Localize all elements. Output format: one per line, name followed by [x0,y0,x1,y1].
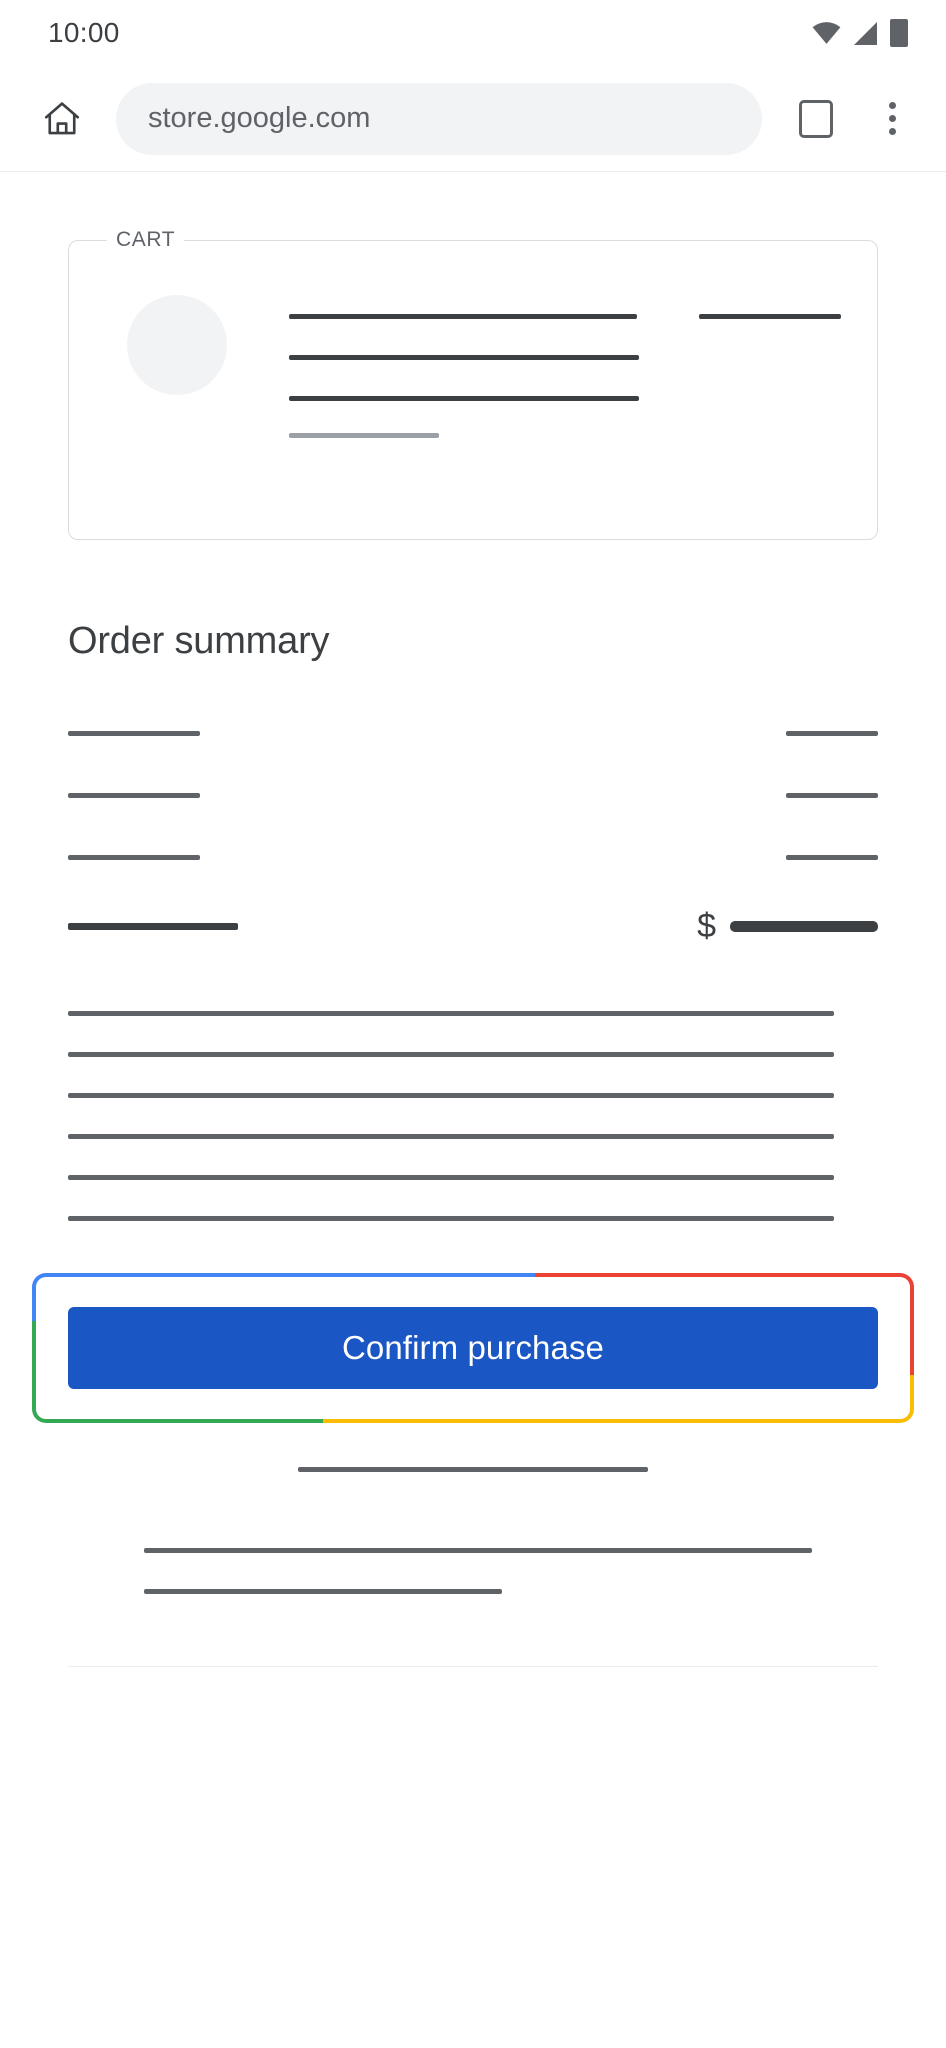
confirm-purchase-button-wrap: Confirm purchase [42,1283,904,1413]
url-bar[interactable]: store.google.com [116,82,762,155]
confirm-purchase-button[interactable]: Confirm purchase [68,1307,878,1389]
focus-ring-top-red [534,1273,900,1277]
status-bar-clock: 10:00 [48,17,120,48]
focus-ring-right-yellow [910,1375,914,1409]
summary-label-placeholder [68,854,200,860]
browser-toolbar: store.google.com [0,66,946,172]
footer-centered-link-placeholder [298,1467,648,1472]
focus-ring-bottom-yellow [323,1419,900,1423]
paragraph-line [68,1052,834,1057]
footer-terms-line-placeholder [144,1548,812,1553]
product-variant-placeholder [289,355,639,360]
summary-total-row: $ [68,909,878,943]
cart-card: CART [68,228,878,540]
summary-row [68,725,878,741]
order-summary-rows: $ [68,725,878,943]
home-button[interactable] [34,91,90,147]
summary-value-placeholder [786,730,878,736]
product-detail-placeholder [289,396,639,401]
page-content: CART Order summary $ Confirm purchase [0,228,946,1667]
cart-item-row[interactable] [69,241,877,438]
order-details-paragraph-placeholder [68,1011,878,1221]
phone-screen: 10:00 store.google.com CART Order summar… [0,0,946,2048]
summary-total-amount-placeholder [730,920,878,932]
cellular-signal-icon [854,21,877,45]
focus-ring-right-red [910,1287,914,1389]
overflow-menu-icon [888,102,896,109]
product-title-placeholder [289,314,637,319]
cart-legend: CART [107,228,185,252]
order-summary-title: Order summary [68,620,330,662]
wifi-icon [812,22,841,44]
paragraph-line [68,1216,834,1221]
product-thumbnail [127,295,227,395]
confirm-purchase-focus-container: Confirm purchase [32,1273,914,1423]
summary-total-label-placeholder [68,922,238,930]
focus-ring-left-green [32,1321,36,1409]
focus-ring-top-blue [46,1273,535,1277]
footer-placeholders [68,1467,878,1594]
paragraph-line [68,1093,834,1098]
summary-value-placeholder [786,854,878,860]
focus-ring-left-blue [32,1287,36,1321]
summary-label-placeholder [68,792,200,798]
status-bar-icons [812,19,908,47]
overflow-menu-button[interactable] [864,89,920,149]
cart-item-text-placeholders [289,295,699,438]
focus-ring-bottom-green [46,1419,324,1423]
footer-policy-line-placeholder [144,1589,502,1594]
footer-divider [68,1666,878,1667]
paragraph-line [68,1011,834,1016]
currency-symbol: $ [697,907,716,945]
product-price-placeholder [699,314,841,319]
summary-total-value: $ [697,909,878,943]
status-bar: 10:00 [0,0,946,66]
url-text[interactable]: store.google.com [148,102,370,135]
overflow-menu-icon-dot3 [888,128,896,135]
paragraph-line [68,1175,834,1180]
battery-icon [890,19,908,47]
paragraph-line [68,1134,834,1139]
summary-row [68,849,878,865]
tab-switcher-icon [799,99,833,138]
product-meta-placeholder [289,433,439,438]
summary-value-placeholder [786,792,878,798]
summary-label-placeholder [68,730,200,736]
summary-row [68,787,878,803]
tab-switcher-button[interactable] [786,89,846,149]
overflow-menu-icon-dot2 [888,115,896,122]
home-icon [44,101,80,134]
